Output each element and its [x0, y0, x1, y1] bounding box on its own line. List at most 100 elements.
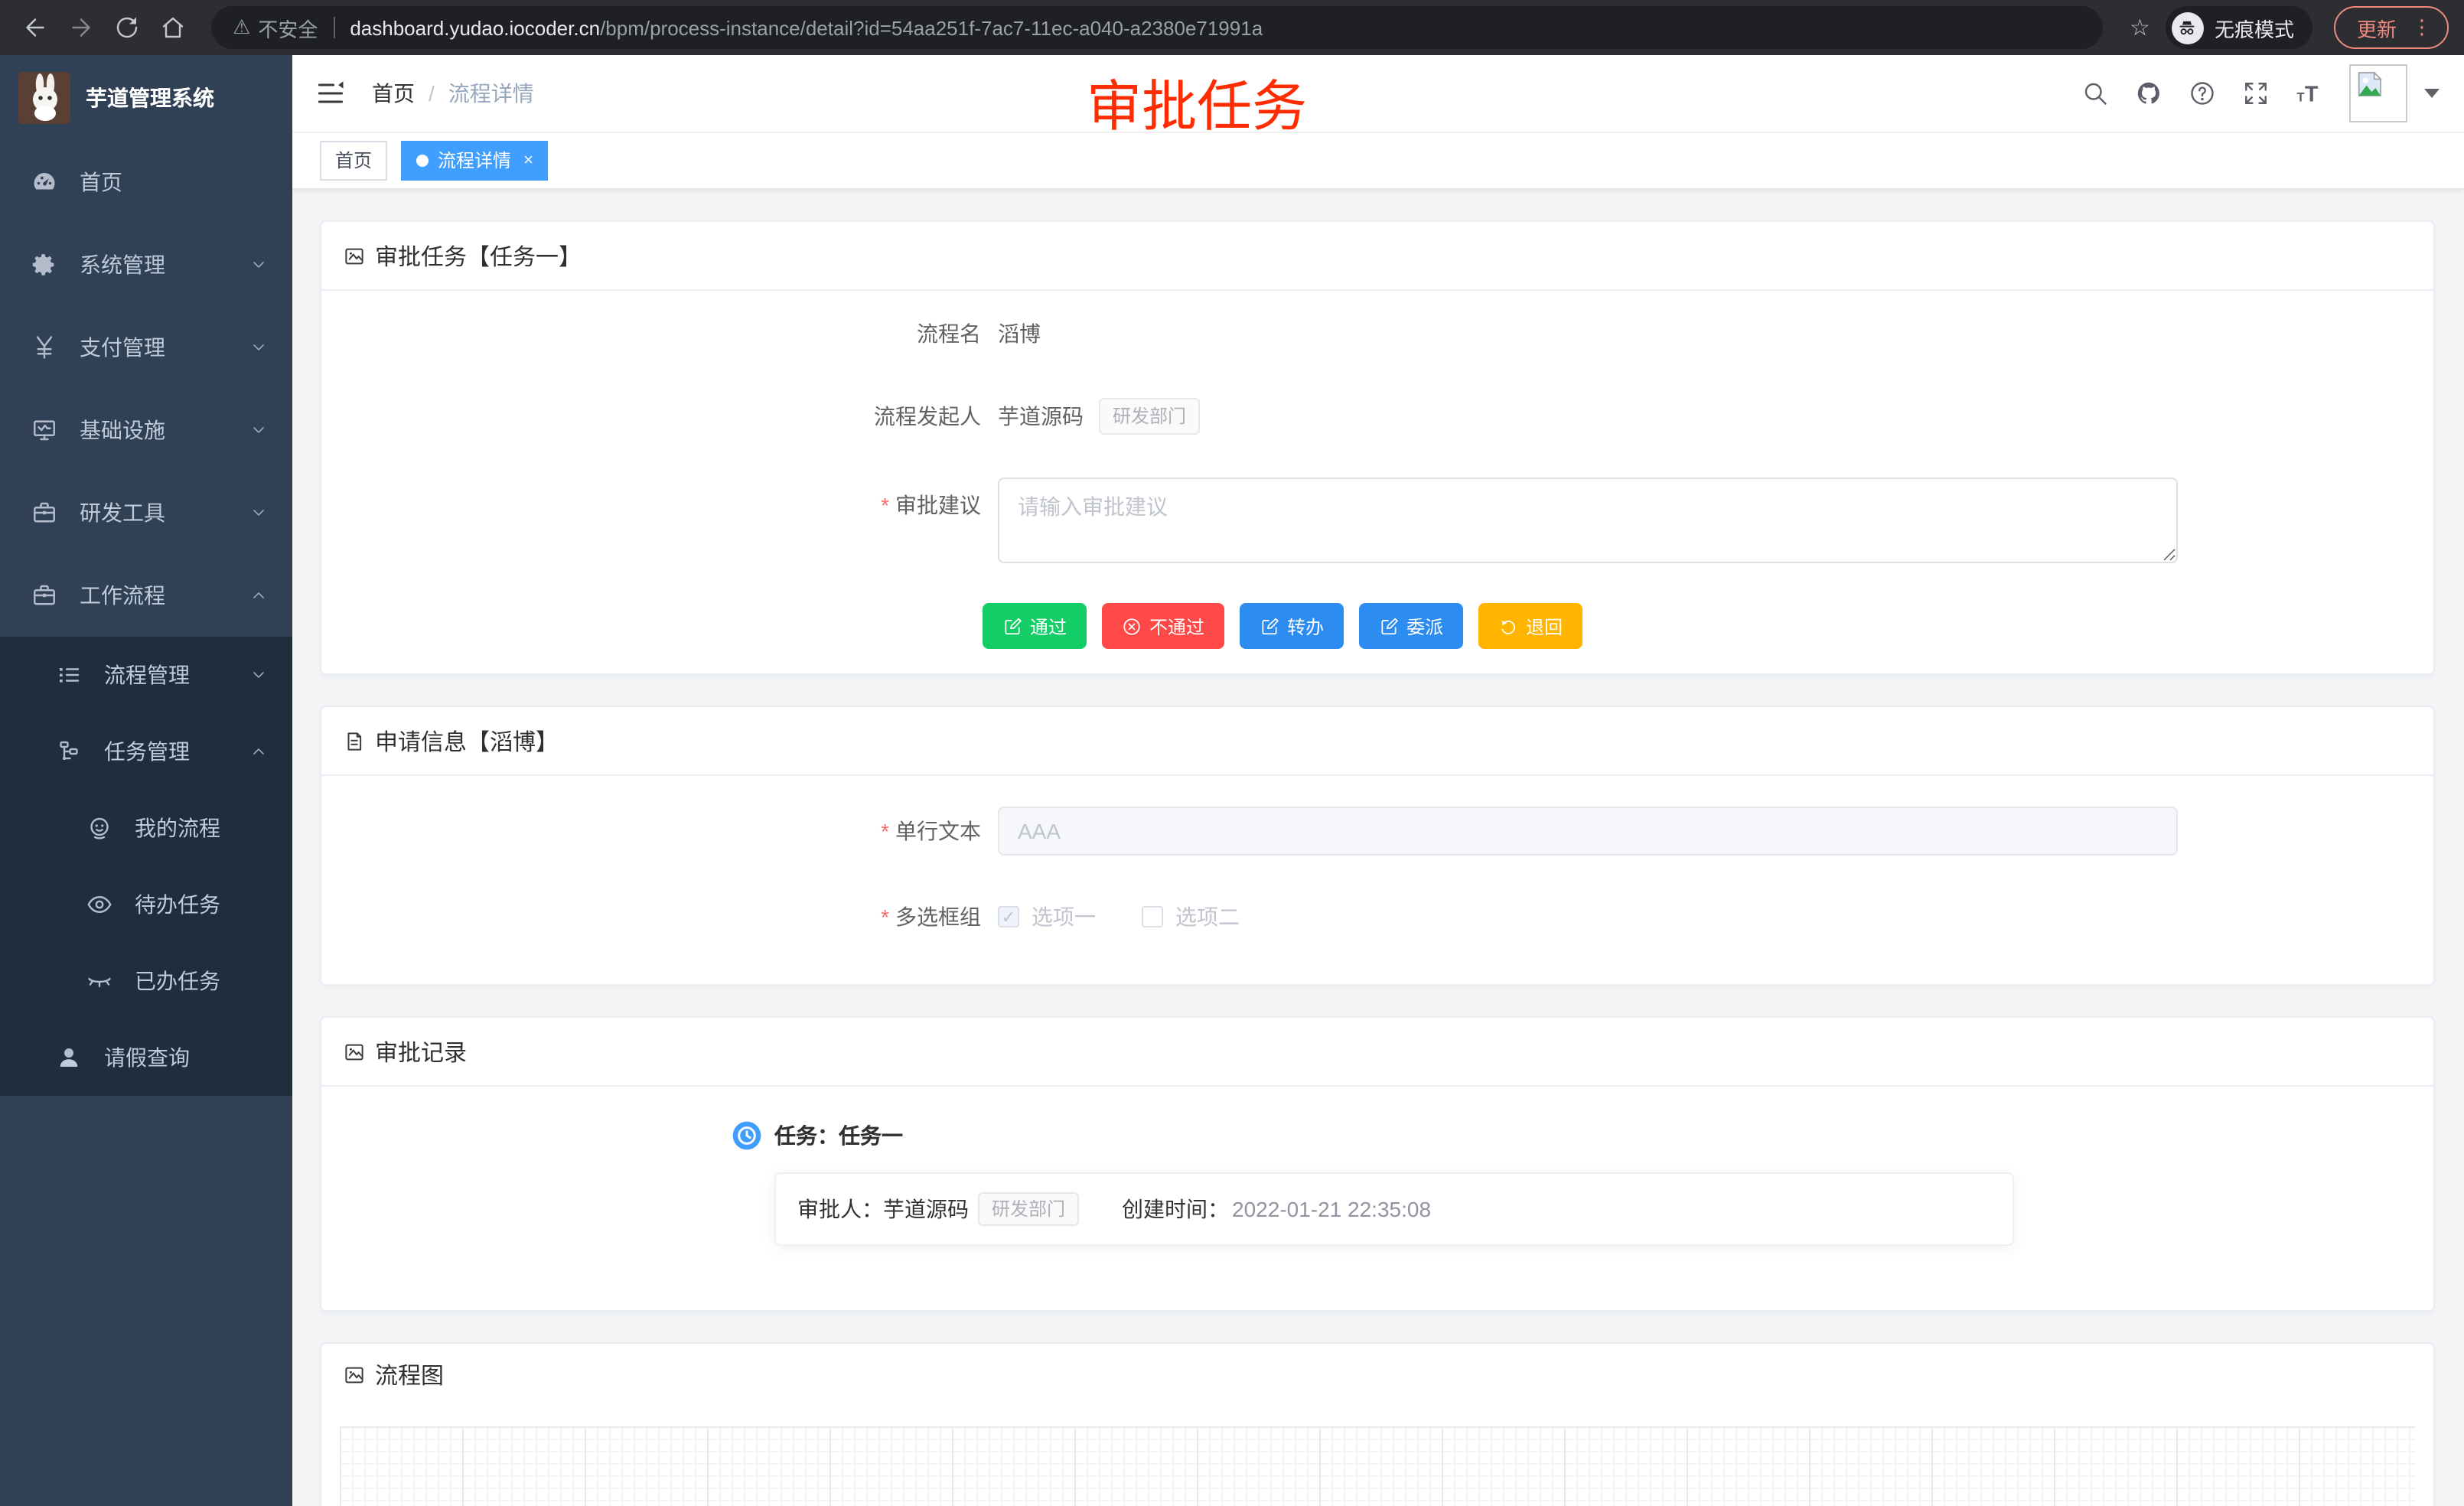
approve-button[interactable]: 通过 [983, 603, 1087, 649]
bpmn-canvas[interactable] [340, 1426, 2415, 1506]
checkbox-option-2: 选项二 [1142, 901, 1240, 932]
picture-icon [343, 244, 366, 267]
sidebar-item-task-mgmt[interactable]: 任务管理 [0, 713, 292, 790]
apply-info-card: 申请信息【滔博】 *单行文本 *多选框组 ✓ 选项一 [320, 706, 2435, 986]
sidebar-item-home[interactable]: 首页 [0, 141, 292, 223]
breadcrumb-home[interactable]: 首页 [372, 78, 415, 109]
approval-record-card: 审批记录 任务：任务一 审批人： 芋道源码 研发部门 创建时间： 2022-01 [320, 1016, 2435, 1312]
sidebar-item-label: 工作流程 [80, 580, 249, 611]
close-icon[interactable]: × [523, 152, 533, 169]
yen-icon [31, 334, 58, 361]
sidebar-item-my-process[interactable]: 我的流程 [0, 790, 292, 866]
edit-icon [1002, 616, 1022, 636]
tags-view-bar: 首页 流程详情 × [292, 132, 2464, 190]
annotation-overlay-title: 审批任务 [1087, 63, 1307, 142]
sidebar-item-workflow[interactable]: 工作流程 [0, 554, 292, 637]
delegate-button[interactable]: 委派 [1359, 603, 1463, 649]
browser-forward-button[interactable] [61, 8, 101, 47]
app-logo-row[interactable]: 芋道管理系统 [0, 55, 292, 141]
chevron-down-icon [249, 421, 268, 439]
transfer-button[interactable]: 转办 [1240, 603, 1344, 649]
card-body: 流程名 滔博 流程发起人 芋道源码 研发部门 *审批建议 [321, 291, 2433, 673]
help-icon[interactable] [2189, 80, 2216, 107]
reject-button[interactable]: 不通过 [1102, 603, 1224, 649]
browser-home-button[interactable] [153, 8, 193, 47]
url-divider [333, 17, 334, 38]
list-icon [55, 661, 83, 689]
record-detail-card: 审批人： 芋道源码 研发部门 创建时间： 2022-01-21 22:35:08 [774, 1172, 2014, 1246]
github-icon[interactable] [2135, 80, 2163, 107]
svg-text:T: T [2305, 83, 2319, 107]
svg-text:T: T [2297, 91, 2305, 105]
breadcrumb-separator: / [429, 81, 435, 106]
breadcrumb-current: 流程详情 [448, 78, 534, 109]
browser-reload-button[interactable] [107, 8, 147, 47]
checkbox-label: 选项二 [1175, 901, 1240, 932]
required-asterisk: * [881, 493, 889, 517]
browser-toolbar: ⚠ 不安全 dashboard.yudao.iocoder.cn /bpm/pr… [0, 0, 2464, 55]
browser-back-button[interactable] [15, 8, 55, 47]
tab-process-detail[interactable]: 流程详情 × [401, 141, 549, 181]
app-frame: 芋道管理系统 首页 系统管理 支付管理 基础设施 [0, 55, 2464, 1506]
sidebar-collapse-icon[interactable] [314, 77, 347, 110]
security-status[interactable]: ⚠ 不安全 [233, 13, 318, 42]
single-line-text-input [998, 807, 2178, 856]
field-label: 流程名 [321, 318, 981, 349]
sidebar-item-done-tasks[interactable]: 已办任务 [0, 943, 292, 1019]
incognito-icon [2172, 11, 2204, 44]
card-title: 流程图 [375, 1358, 444, 1390]
tab-label: 流程详情 [438, 142, 511, 179]
sidebar-item-label: 任务管理 [104, 736, 249, 767]
browser-update-button[interactable]: 更新 ⋮ [2334, 6, 2449, 49]
sidebar-item-system[interactable]: 系统管理 [0, 223, 292, 306]
refresh-left-icon [1498, 616, 1518, 636]
active-dot-icon [416, 155, 429, 167]
card-title: 申请信息【滔博】 [375, 725, 559, 757]
security-label: 不安全 [258, 13, 318, 42]
form-row-text: *单行文本 [321, 807, 2433, 856]
incognito-label: 无痕模式 [2215, 13, 2294, 42]
circle-close-icon [1122, 616, 1142, 636]
suggestion-textarea[interactable] [998, 478, 2178, 563]
sidebar-item-label: 系统管理 [80, 249, 249, 280]
tab-home[interactable]: 首页 [320, 141, 387, 181]
checkbox-icon [1142, 906, 1163, 927]
browser-menu-icon[interactable]: ⋮ [2412, 15, 2432, 40]
chevron-down-icon [249, 666, 268, 684]
action-buttons: 通过 不通过 转办 委 [983, 603, 2433, 649]
page-header: 首页 / 流程详情 TT [292, 55, 2464, 132]
sidebar-item-payment[interactable]: 支付管理 [0, 306, 292, 389]
field-label: 流程发起人 [321, 401, 981, 432]
card-title: 审批记录 [375, 1035, 467, 1068]
return-button[interactable]: 退回 [1478, 603, 1582, 649]
sidebar-item-label: 待办任务 [135, 889, 280, 920]
sidebar-item-devtools[interactable]: 研发工具 [0, 471, 292, 554]
fullscreen-icon[interactable] [2242, 80, 2270, 107]
card-header: 流程图 [321, 1344, 2433, 1405]
task-name: 任务：任务一 [774, 1120, 903, 1151]
eye-closed-icon [86, 967, 113, 995]
sidebar-item-todo-tasks[interactable]: 待办任务 [0, 866, 292, 943]
avatar-caret-icon[interactable] [2424, 89, 2440, 98]
broken-image-icon [2354, 69, 2384, 99]
bookmark-star-icon[interactable]: ☆ [2130, 14, 2150, 41]
search-icon[interactable] [2081, 80, 2109, 107]
font-size-icon[interactable]: TT [2296, 80, 2323, 107]
sidebar-item-label: 支付管理 [80, 332, 249, 363]
avatar[interactable] [2349, 64, 2407, 122]
sidebar-item-infrastructure[interactable]: 基础设施 [0, 389, 292, 471]
form-row-suggestion: *审批建议 [321, 478, 2433, 563]
clock-icon [732, 1120, 762, 1151]
field-label: *多选框组 [321, 901, 981, 932]
sidebar-item-leave-query[interactable]: 请假查询 [0, 1019, 292, 1096]
checkbox-option-1: ✓ 选项一 [998, 901, 1096, 932]
checkbox-icon: ✓ [998, 906, 1019, 927]
card-header: 申请信息【滔博】 [321, 707, 2433, 776]
sidebar-item-label: 研发工具 [80, 497, 249, 528]
process-diagram-card: 流程图 [320, 1342, 2435, 1506]
address-bar[interactable]: ⚠ 不安全 dashboard.yudao.iocoder.cn /bpm/pr… [211, 6, 2102, 49]
breadcrumb: 首页 / 流程详情 [372, 78, 534, 109]
approval-task-card: 审批任务【任务一】 流程名 滔博 流程发起人 芋道源码 研发部门 [320, 220, 2435, 675]
sidebar-item-process-mgmt[interactable]: 流程管理 [0, 637, 292, 713]
app-title: 芋道管理系统 [86, 83, 214, 113]
